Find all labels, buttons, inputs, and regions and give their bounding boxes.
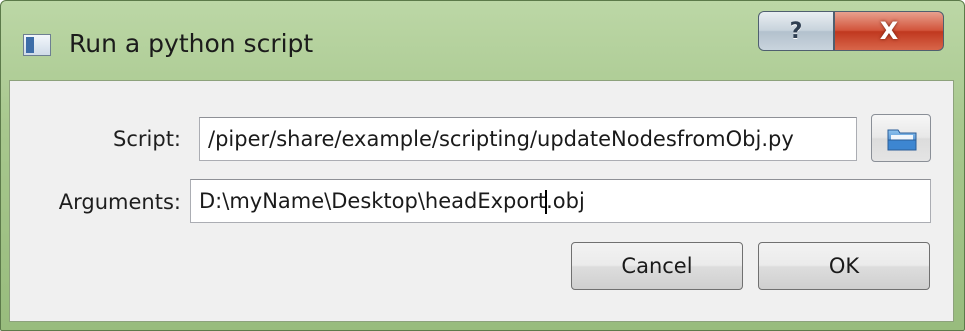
- dialog-body: Script: /piper/share/example/scripting/u…: [9, 80, 954, 322]
- script-label: Script:: [113, 127, 181, 151]
- arguments-text-after-caret: .obj: [546, 189, 585, 213]
- arguments-input[interactable]: D:\myName\Desktop\headExport.obj: [190, 179, 931, 223]
- help-button[interactable]: ?: [758, 11, 834, 51]
- arguments-text-before-caret: D:\myName\Desktop\headExport: [199, 189, 547, 213]
- script-path-input[interactable]: /piper/share/example/scripting/updateNod…: [199, 117, 857, 161]
- ok-button[interactable]: OK: [758, 242, 930, 290]
- browse-button[interactable]: [871, 114, 931, 162]
- dialog-window: Run a python script ? X Script: /piper/s…: [0, 0, 965, 331]
- cancel-button[interactable]: Cancel: [571, 242, 743, 290]
- window-title: Run a python script: [69, 29, 314, 58]
- arguments-label: Arguments:: [58, 190, 181, 214]
- app-icon: [23, 34, 51, 56]
- title-bar[interactable]: Run a python script ? X: [1, 1, 964, 79]
- folder-open-icon: [887, 129, 917, 151]
- close-button[interactable]: X: [834, 11, 944, 51]
